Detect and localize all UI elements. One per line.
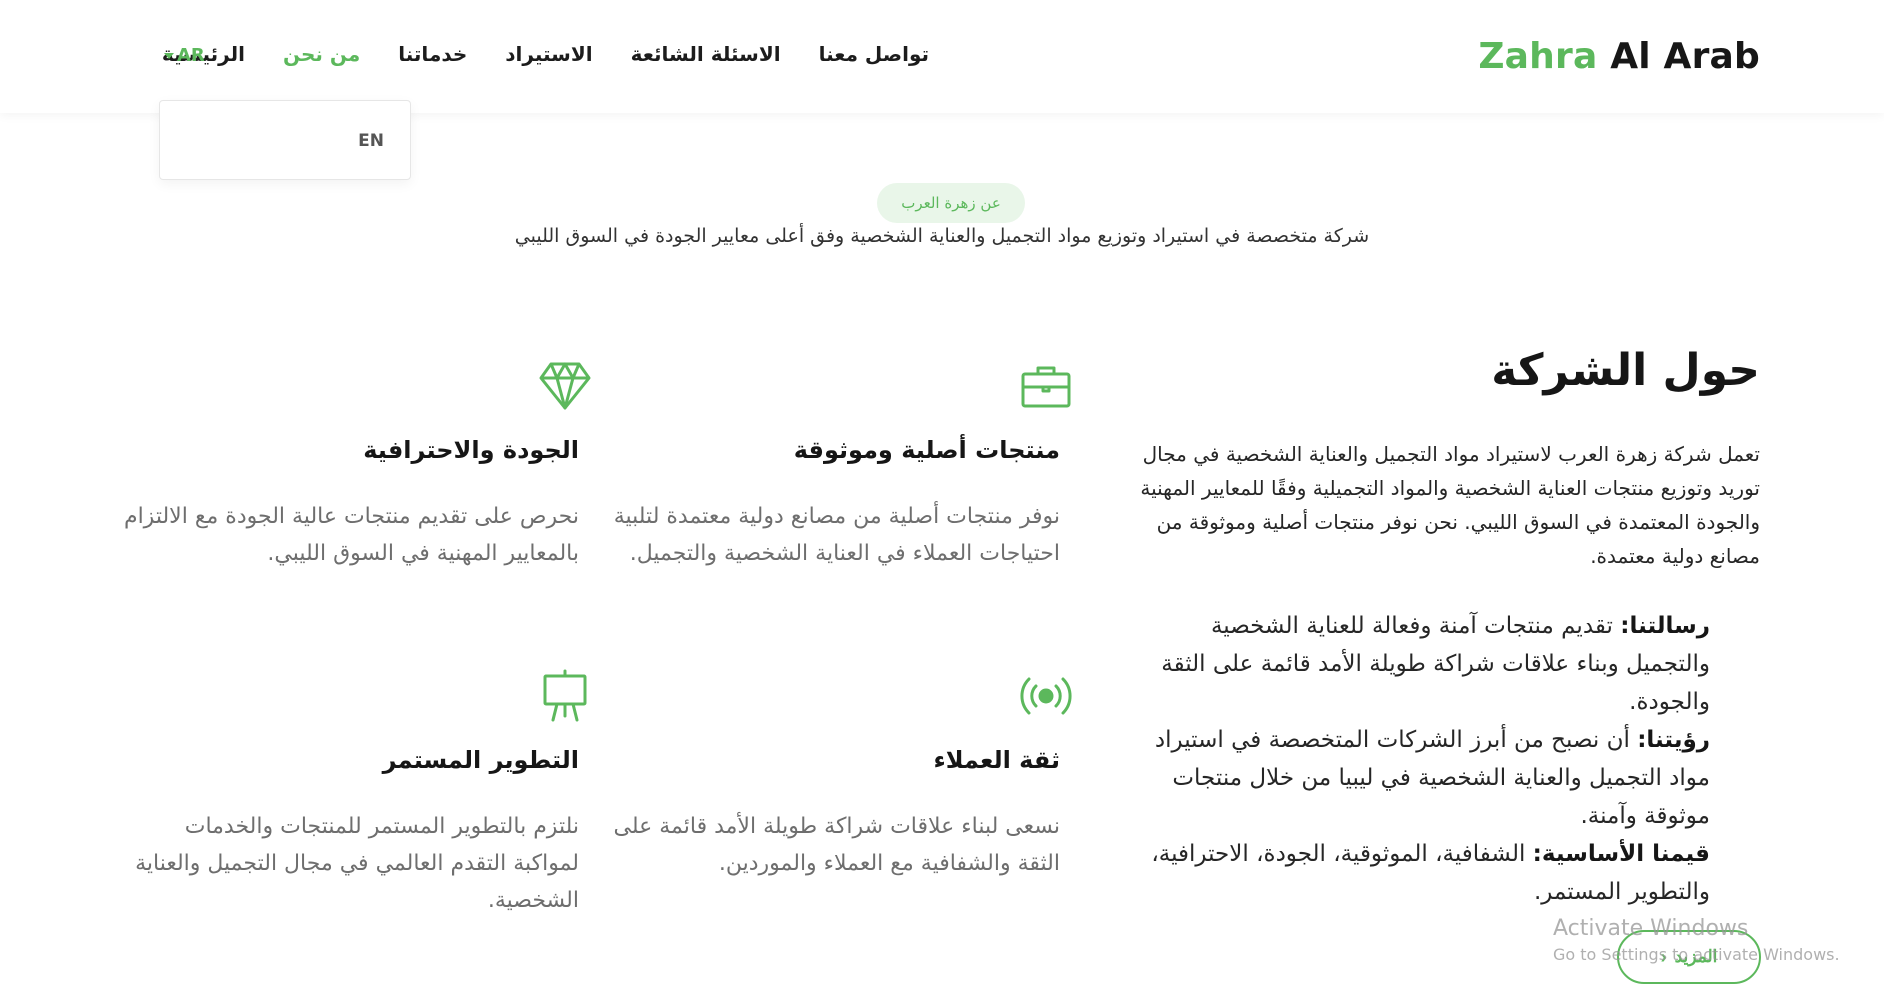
windows-activation-watermark: Activate Windows Go to Settings to activ…	[1553, 916, 1840, 964]
values-label: قيمنا الأساسية:	[1532, 841, 1710, 867]
language-option-en[interactable]: EN	[358, 131, 384, 151]
section-badge: عن زهرة العرب	[877, 183, 1025, 223]
vision-text: أن نصبح من أبرز الشركات المتخصصة في استي…	[1154, 727, 1710, 829]
language-toggle[interactable]: AR	[164, 45, 205, 66]
nav-item-contact[interactable]: تواصل معنا	[819, 42, 929, 66]
mission-item: رسالتنا: تقديم منتجات آمنة وفعالة للعناي…	[1150, 607, 1710, 721]
values-item: قيمنا الأساسية: الشفافية، الموثوقية، الج…	[1150, 835, 1710, 911]
feature-text: نوفر منتجات أصلية من مصانع دولية معتمدة …	[613, 504, 1060, 566]
brand-name-part2: Al Arab	[1610, 36, 1760, 77]
feature-title: منتجات أصلية وموثوقة	[793, 436, 1060, 464]
briefcase-icon	[1021, 366, 1071, 408]
brand-logo[interactable]: Zahra Al Arab	[1478, 36, 1760, 77]
section-tagline: شركة متخصصة في استيراد وتوزيع مواد التجم…	[514, 225, 1370, 247]
watermark-line2: Go to Settings to activate Windows.	[1553, 945, 1840, 964]
presentation-board-icon	[543, 669, 587, 722]
vision-label: رؤيتنا:	[1637, 727, 1710, 753]
caret-down-icon	[164, 52, 174, 59]
watermark-line1: Activate Windows	[1553, 916, 1749, 941]
nav-item-import[interactable]: الاستيراد	[505, 42, 592, 66]
brand-name-part1: Zahra	[1478, 36, 1598, 77]
main-nav: الرئيسية من نحن خدماتنا الاستيراد الاسئل…	[162, 42, 929, 66]
feature-title: ثقة العملاء	[933, 746, 1060, 774]
feature-title: التطوير المستمر	[382, 746, 579, 774]
language-current: AR	[177, 45, 205, 66]
page: Zahra Al Arab الرئيسية من نحن خدماتنا ال…	[0, 0, 1884, 994]
feature-text: نلتزم بالتطوير المستمر للمنتجات والخدمات…	[135, 814, 579, 913]
feature-title: الجودة والاحترافية	[363, 436, 579, 464]
nav-item-about[interactable]: من نحن	[283, 42, 360, 66]
vision-item: رؤيتنا: أن نصبح من أبرز الشركات المتخصصة…	[1150, 721, 1710, 835]
about-body: تعمل شركة زهرة العرب لاستيراد مواد التجم…	[1140, 442, 1760, 568]
nav-item-faq[interactable]: الاسئلة الشائعة	[631, 42, 781, 66]
diamond-icon	[539, 362, 591, 410]
feature-text: نحرص على تقديم منتجات عالية الجودة مع ال…	[123, 504, 579, 566]
company-pillars: رسالتنا: تقديم منتجات آمنة وفعالة للعناي…	[1150, 607, 1710, 911]
language-dropdown: EN	[159, 100, 411, 180]
about-title: حول الشركة	[1491, 345, 1760, 396]
feature-text: نسعى لبناء علاقات شراكة طويلة الأمد قائم…	[613, 814, 1061, 876]
mission-label: رسالتنا:	[1620, 613, 1710, 639]
nav-item-services[interactable]: خدماتنا	[398, 42, 467, 66]
broadcast-icon	[1020, 677, 1072, 715]
site-header: Zahra Al Arab الرئيسية من نحن خدماتنا ال…	[0, 0, 1884, 113]
